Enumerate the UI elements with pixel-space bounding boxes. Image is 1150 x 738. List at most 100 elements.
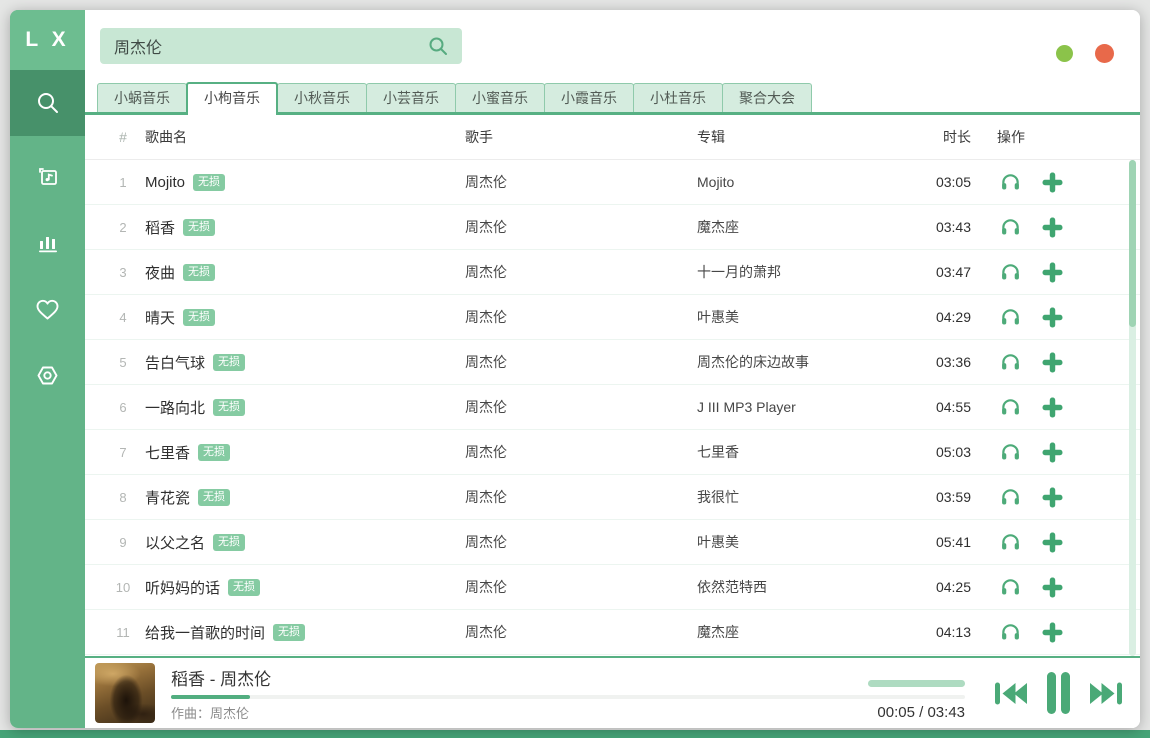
listen-icon[interactable] [999,621,1022,643]
pause-button[interactable] [1045,670,1072,716]
lossless-badge: 无损 [213,399,245,416]
add-icon[interactable] [1042,397,1063,418]
song-album: 叶惠美 [697,532,929,552]
listen-icon[interactable] [999,486,1022,508]
table-row[interactable]: 3 夜曲 无损 周杰伦 十一月的萧邦 03:47 [85,250,1140,295]
now-playing-subtitle: 作曲：周杰伦 [171,703,249,722]
song-actions [971,486,1111,508]
song-duration: 05:41 [929,534,971,550]
app-window: L X [10,10,1140,728]
tab-label: 小杜音乐 [650,88,706,108]
add-icon[interactable] [1042,307,1063,328]
song-duration: 04:13 [929,624,971,640]
table-row[interactable]: 9 以父之名 无损 周杰伦 叶惠美 05:41 [85,520,1140,565]
song-duration: 04:29 [929,309,971,325]
song-actions [971,351,1111,373]
tab-label: 小蜗音乐 [114,88,170,108]
add-icon[interactable] [1042,577,1063,598]
listen-icon[interactable] [999,306,1022,328]
row-index: 5 [101,355,145,370]
minimize-button[interactable] [1056,45,1073,62]
col-album: 专辑 [697,127,929,147]
album-art[interactable] [95,663,155,723]
volume-fill [868,680,965,687]
listen-icon[interactable] [999,261,1022,283]
progress-fill [171,695,250,699]
sidebar-item-setting[interactable] [10,342,85,408]
progress-bar[interactable] [171,695,965,699]
next-button[interactable] [1088,678,1124,709]
table-row[interactable]: 2 稻香 无损 周杰伦 魔杰座 03:43 [85,205,1140,250]
listen-icon[interactable] [999,576,1022,598]
previous-button[interactable] [993,678,1029,709]
song-duration: 03:47 [929,264,971,280]
add-icon[interactable] [1042,622,1063,643]
sidebar-item-songlist[interactable] [10,144,85,210]
lossless-badge: 无损 [198,444,230,461]
add-icon[interactable] [1042,262,1063,283]
table-row[interactable]: 1 Mojito 无损 周杰伦 Mojito 03:05 [85,160,1140,205]
source-tab-2[interactable]: 小秋音乐 [277,83,367,112]
table-row[interactable]: 5 告白气球 无损 周杰伦 周杰伦的床边故事 03:36 [85,340,1140,385]
table-row[interactable]: 10 听妈妈的话 无损 周杰伦 依然范特西 04:25 [85,565,1140,610]
close-button[interactable] [1095,44,1114,63]
table-row[interactable]: 8 青花瓷 无损 周杰伦 我很忙 03:59 [85,475,1140,520]
sidebar-item-search[interactable] [10,70,85,136]
scrollbar-thumb[interactable] [1129,160,1136,327]
listen-icon[interactable] [999,531,1022,553]
row-index: 11 [101,625,145,640]
source-tab-7[interactable]: 聚合大会 [722,83,812,112]
song-artist: 周杰伦 [465,307,697,327]
table-row[interactable]: 11 给我一首歌的时间 无损 周杰伦 魔杰座 04:13 [85,610,1140,655]
col-duration: 时长 [929,127,971,147]
add-icon[interactable] [1042,352,1063,373]
col-index: # [101,129,145,145]
listen-icon[interactable] [999,396,1022,418]
add-icon[interactable] [1042,532,1063,553]
table-row[interactable]: 4 晴天 无损 周杰伦 叶惠美 04:29 [85,295,1140,340]
song-album: Mojito [697,174,929,190]
song-duration: 03:59 [929,489,971,505]
add-icon[interactable] [1042,217,1063,238]
listen-icon[interactable] [999,351,1022,373]
add-icon[interactable] [1042,172,1063,193]
scrollbar-track[interactable] [1129,160,1136,656]
main-area: 小蜗音乐小枸音乐小秋音乐小芸音乐小蜜音乐小霞音乐小杜音乐聚合大会 # 歌曲名 歌… [85,10,1140,728]
source-tab-5[interactable]: 小霞音乐 [544,83,634,112]
lossless-badge: 无损 [183,219,215,236]
song-actions [971,621,1111,643]
song-duration: 03:36 [929,354,971,370]
row-index: 1 [101,175,145,190]
search-input[interactable] [100,37,426,55]
col-name: 歌曲名 [145,127,465,147]
heart-icon [34,297,61,322]
source-tab-1[interactable]: 小枸音乐 [186,82,278,115]
song-artist: 周杰伦 [465,397,697,417]
source-tab-4[interactable]: 小蜜音乐 [455,83,545,112]
song-name: 青花瓷 无损 [145,487,465,508]
source-tab-3[interactable]: 小芸音乐 [366,83,456,112]
source-tab-6[interactable]: 小杜音乐 [633,83,723,112]
lossless-badge: 无损 [183,264,215,281]
search-submit-icon[interactable] [426,34,450,58]
source-tab-0[interactable]: 小蜗音乐 [97,83,187,112]
tab-label: 小蜜音乐 [472,88,528,108]
table-row[interactable]: 7 七里香 无损 周杰伦 七里香 05:03 [85,430,1140,475]
search-icon [34,89,62,117]
sidebar-item-love[interactable] [10,276,85,342]
song-album: 叶惠美 [697,307,929,327]
song-name: 告白气球 无损 [145,352,465,373]
table-row[interactable]: 6 一路向北 无损 周杰伦 J III MP3 Player 04:55 [85,385,1140,430]
sidebar-item-rank[interactable] [10,210,85,276]
listen-icon[interactable] [999,216,1022,238]
song-title: 一路向北 [145,397,205,418]
song-actions [971,261,1111,283]
listen-icon[interactable] [999,441,1022,463]
song-album: J III MP3 Player [697,399,929,415]
add-icon[interactable] [1042,442,1063,463]
song-title: 七里香 [145,442,190,463]
volume-slider[interactable] [868,680,965,687]
add-icon[interactable] [1042,487,1063,508]
listen-icon[interactable] [999,171,1022,193]
song-artist: 周杰伦 [465,442,697,462]
